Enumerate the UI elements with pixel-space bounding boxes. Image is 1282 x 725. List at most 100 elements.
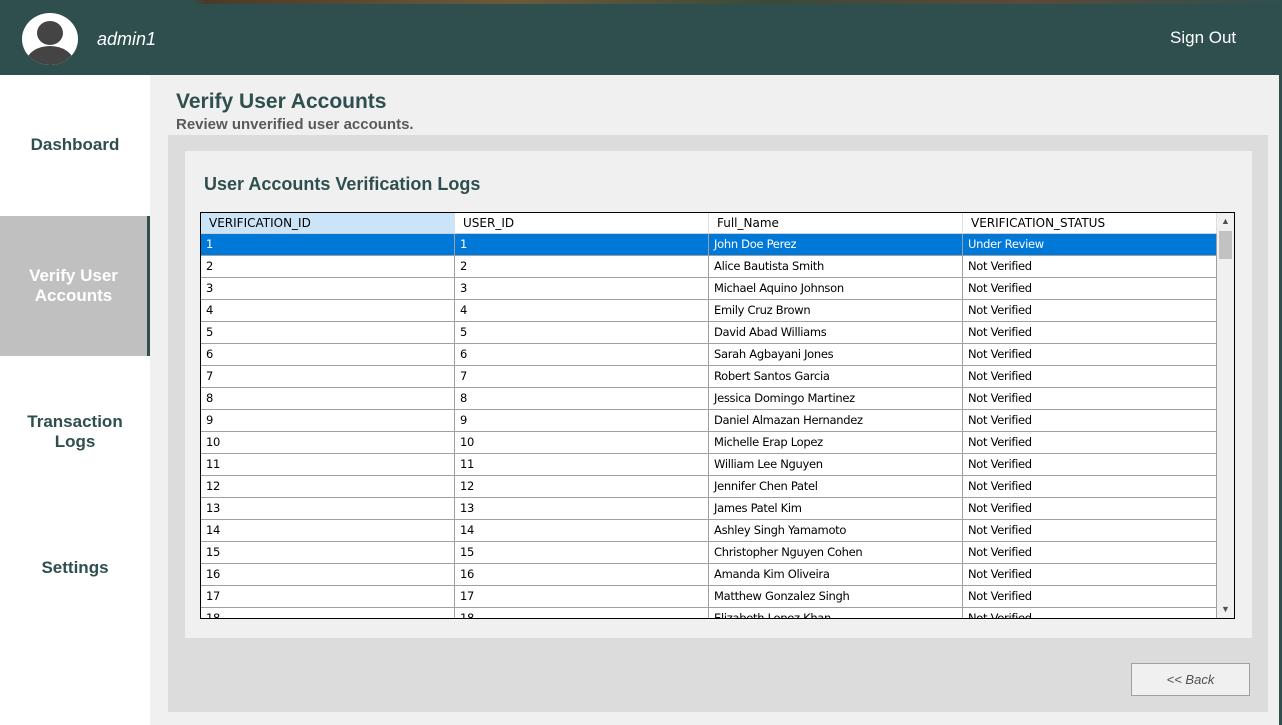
- table-row[interactable]: 5 5 David Abad Williams Not Verified: [201, 322, 1217, 344]
- table-row[interactable]: 17 17 Matthew Gonzalez Singh Not Verified: [201, 586, 1217, 608]
- table-cell[interactable]: 2: [455, 256, 709, 277]
- table-cell[interactable]: 5: [455, 322, 709, 343]
- table-row[interactable]: 4 4 Emily Cruz Brown Not Verified: [201, 300, 1217, 322]
- table-cell[interactable]: David Abad Williams: [709, 322, 963, 343]
- table-cell[interactable]: 18: [201, 608, 455, 618]
- scroll-down-arrow-icon[interactable]: ▼: [1217, 601, 1234, 618]
- table-cell[interactable]: 10: [455, 432, 709, 453]
- table-row[interactable]: 16 16 Amanda Kim Oliveira Not Verified: [201, 564, 1217, 586]
- table-cell[interactable]: Not Verified: [963, 520, 1217, 541]
- table-cell[interactable]: Not Verified: [963, 586, 1217, 607]
- table-cell[interactable]: 8: [201, 388, 455, 409]
- back-button[interactable]: << Back: [1131, 663, 1250, 696]
- table-cell[interactable]: 17: [201, 586, 455, 607]
- table-cell[interactable]: Matthew Gonzalez Singh: [709, 586, 963, 607]
- table-cell[interactable]: Not Verified: [963, 476, 1217, 497]
- sign-out-link[interactable]: Sign Out: [1170, 28, 1236, 48]
- table-cell[interactable]: 6: [201, 344, 455, 365]
- table-row[interactable]: 10 10 Michelle Erap Lopez Not Verified: [201, 432, 1217, 454]
- column-header-user-id[interactable]: USER_ID: [455, 213, 709, 233]
- table-cell[interactable]: Robert Santos Garcia: [709, 366, 963, 387]
- table-cell[interactable]: William Lee Nguyen: [709, 454, 963, 475]
- vertical-scrollbar[interactable]: ▲ ▼: [1217, 213, 1234, 618]
- table-cell[interactable]: Jennifer Chen Patel: [709, 476, 963, 497]
- table-cell[interactable]: Not Verified: [963, 410, 1217, 431]
- table-row[interactable]: 12 12 Jennifer Chen Patel Not Verified: [201, 476, 1217, 498]
- table-cell[interactable]: Elizabeth Lopez Khan: [709, 608, 963, 618]
- table-cell[interactable]: Emily Cruz Brown: [709, 300, 963, 321]
- table-cell[interactable]: 8: [455, 388, 709, 409]
- table-cell[interactable]: Amanda Kim Oliveira: [709, 564, 963, 585]
- scroll-thumb[interactable]: [1219, 231, 1232, 259]
- table-row[interactable]: 11 11 William Lee Nguyen Not Verified: [201, 454, 1217, 476]
- table-row[interactable]: 14 14 Ashley Singh Yamamoto Not Verified: [201, 520, 1217, 542]
- table-row[interactable]: 15 15 Christopher Nguyen Cohen Not Verified: [201, 542, 1217, 564]
- table-cell[interactable]: 18: [455, 608, 709, 618]
- table-cell[interactable]: Sarah Agbayani Jones: [709, 344, 963, 365]
- table-cell[interactable]: 12: [201, 476, 455, 497]
- column-header-verification-id[interactable]: VERIFICATION_ID: [201, 213, 455, 233]
- table-cell[interactable]: James Patel Kim: [709, 498, 963, 519]
- table-row[interactable]: 18 18 Elizabeth Lopez Khan Not Verified: [201, 608, 1217, 618]
- table-cell[interactable]: Michelle Erap Lopez: [709, 432, 963, 453]
- verification-logs-grid[interactable]: VERIFICATION_ID USER_ID Full_Name VERIFI…: [200, 212, 1235, 619]
- table-cell[interactable]: Under Review: [963, 234, 1217, 255]
- table-cell[interactable]: 2: [201, 256, 455, 277]
- table-row[interactable]: 2 2 Alice Bautista Smith Not Verified: [201, 256, 1217, 278]
- column-header-full-name[interactable]: Full_Name: [709, 213, 963, 233]
- table-cell[interactable]: 1: [455, 234, 709, 255]
- table-cell[interactable]: Alice Bautista Smith: [709, 256, 963, 277]
- table-cell[interactable]: Not Verified: [963, 542, 1217, 563]
- table-cell[interactable]: 3: [201, 278, 455, 299]
- table-cell[interactable]: 12: [455, 476, 709, 497]
- table-cell[interactable]: 15: [455, 542, 709, 563]
- table-cell[interactable]: 15: [201, 542, 455, 563]
- table-row[interactable]: 8 8 Jessica Domingo Martinez Not Verified: [201, 388, 1217, 410]
- table-cell[interactable]: Not Verified: [963, 454, 1217, 475]
- table-cell[interactable]: Daniel Almazan Hernandez: [709, 410, 963, 431]
- table-cell[interactable]: Not Verified: [963, 344, 1217, 365]
- table-cell[interactable]: Not Verified: [963, 278, 1217, 299]
- table-cell[interactable]: 1: [201, 234, 455, 255]
- sidebar-item-dashboard[interactable]: Dashboard: [0, 75, 150, 215]
- column-header-verification-status[interactable]: VERIFICATION_STATUS: [963, 213, 1217, 233]
- table-cell[interactable]: Not Verified: [963, 564, 1217, 585]
- table-cell[interactable]: 14: [455, 520, 709, 541]
- sidebar-item-verify-user-accounts[interactable]: Verify User Accounts: [0, 216, 150, 356]
- table-cell[interactable]: Not Verified: [963, 498, 1217, 519]
- table-cell[interactable]: 16: [201, 564, 455, 585]
- table-cell[interactable]: 3: [455, 278, 709, 299]
- table-cell[interactable]: 16: [455, 564, 709, 585]
- user-avatar-icon[interactable]: [22, 13, 78, 65]
- table-cell[interactable]: Not Verified: [963, 300, 1217, 321]
- table-cell[interactable]: 4: [455, 300, 709, 321]
- table-cell[interactable]: Not Verified: [963, 432, 1217, 453]
- sidebar-item-transaction-logs[interactable]: Transaction Logs: [0, 362, 150, 502]
- table-cell[interactable]: Not Verified: [963, 608, 1217, 618]
- table-cell[interactable]: 9: [201, 410, 455, 431]
- table-cell[interactable]: Michael Aquino Johnson: [709, 278, 963, 299]
- table-cell[interactable]: Jessica Domingo Martinez: [709, 388, 963, 409]
- table-cell[interactable]: 9: [455, 410, 709, 431]
- table-cell[interactable]: Not Verified: [963, 322, 1217, 343]
- table-row[interactable]: 7 7 Robert Santos Garcia Not Verified: [201, 366, 1217, 388]
- table-cell[interactable]: 4: [201, 300, 455, 321]
- table-cell[interactable]: 17: [455, 586, 709, 607]
- table-cell[interactable]: Not Verified: [963, 388, 1217, 409]
- table-cell[interactable]: 5: [201, 322, 455, 343]
- table-cell[interactable]: 7: [201, 366, 455, 387]
- table-row[interactable]: 13 13 James Patel Kim Not Verified: [201, 498, 1217, 520]
- table-cell[interactable]: 11: [201, 454, 455, 475]
- table-cell[interactable]: Not Verified: [963, 256, 1217, 277]
- table-cell[interactable]: 7: [455, 366, 709, 387]
- table-cell[interactable]: Ashley Singh Yamamoto: [709, 520, 963, 541]
- table-row[interactable]: 6 6 Sarah Agbayani Jones Not Verified: [201, 344, 1217, 366]
- table-cell[interactable]: 10: [201, 432, 455, 453]
- scroll-up-arrow-icon[interactable]: ▲: [1217, 213, 1234, 230]
- table-cell[interactable]: 6: [455, 344, 709, 365]
- table-cell[interactable]: John Doe Perez: [709, 234, 963, 255]
- table-cell[interactable]: 13: [455, 498, 709, 519]
- table-row[interactable]: 1 1 John Doe Perez Under Review: [201, 234, 1217, 256]
- table-cell[interactable]: 14: [201, 520, 455, 541]
- table-cell[interactable]: 11: [455, 454, 709, 475]
